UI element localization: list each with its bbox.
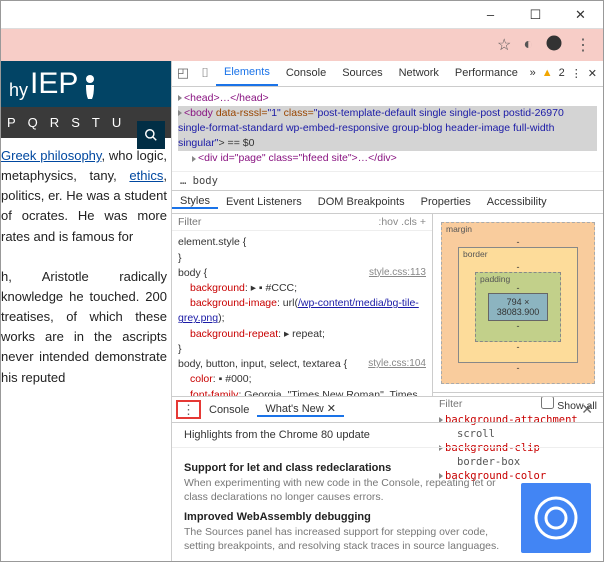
letter-link[interactable]: S [71,115,82,130]
dom-node[interactable]: <div id="page" class="hfeed site">…</div… [198,152,397,164]
page-content: hy IEP P Q R S T U Greek philosophy, who… [1,61,171,561]
more-tabs-icon[interactable]: » [530,67,536,79]
subtab-styles[interactable]: Styles [172,195,218,209]
logo-figure-icon [80,73,100,101]
inspect-icon[interactable]: ◰ [172,65,194,81]
styles-subtabs: Styles Event Listeners DOM Breakpoints P… [172,191,603,215]
drawer-tab-console[interactable]: Console [201,404,257,416]
dom-node[interactable]: <body [184,107,213,119]
chrome-logo-icon [521,483,591,553]
styles-filter-input[interactable] [178,216,228,228]
drawer-headline: Highlights from the Chrome 80 update [172,423,603,448]
letter-link[interactable]: R [50,115,61,130]
css-rules-list[interactable]: element.style { } style.css:113body { ba… [172,231,432,396]
subtab-dom-breakpoints[interactable]: DOM Breakpoints [310,196,413,208]
site-banner: hy IEP [1,61,171,107]
account-icon[interactable] [545,34,563,57]
letter-link[interactable]: P [7,115,18,130]
tab-sources[interactable]: Sources [334,61,390,86]
extension-icon[interactable]: ◐ [523,36,533,54]
devtools-tabbar: ◰ ⌷ Elements Console Sources Network Per… [172,61,603,87]
devtools-panel: ◰ ⌷ Elements Console Sources Network Per… [171,61,603,561]
search-icon [144,128,158,142]
subtab-properties[interactable]: Properties [413,196,479,208]
whatsnew-text: The Sources panel has increased support … [184,525,511,553]
whatsnew-heading: Support for let and class redeclarations [184,462,511,474]
letter-link[interactable]: U [112,115,123,130]
drawer-close-icon[interactable]: ✕ [581,401,599,418]
tab-performance[interactable]: Performance [447,61,526,86]
breadcrumb[interactable]: … body [172,172,603,191]
dom-tree[interactable]: <head>…</head> <body data-rsssl="1" clas… [172,87,603,172]
search-button[interactable] [137,121,165,149]
close-button[interactable]: ✕ [558,1,603,29]
whatsnew-heading: Improved WebAssembly debugging [184,511,511,523]
article-link[interactable]: Greek philosophy [1,148,101,163]
logo-prefix: hy [9,80,28,101]
whatsnew-text: When experimenting with new code in the … [184,476,511,504]
subtab-accessibility[interactable]: Accessibility [479,196,555,208]
drawer-panel: ⋮ Console What's New ✕ ✕ Highlights from… [172,396,603,561]
tab-elements[interactable]: Elements [216,61,278,86]
article-body: Greek philosophy, who logic, metaphysics… [1,138,171,396]
window-titlebar: – ☐ ✕ [1,1,603,29]
tab-console[interactable]: Console [278,61,334,86]
logo-text: IEP [30,67,78,101]
letter-link[interactable]: T [92,115,102,130]
minimize-button[interactable]: – [468,1,513,29]
warning-icon[interactable]: ▲ [542,67,553,79]
tab-network[interactable]: Network [391,61,447,86]
hov-cls-controls[interactable]: :hov .cls + [378,216,426,228]
maximize-button[interactable]: ☐ [513,1,558,29]
letter-link[interactable]: Q [28,115,40,130]
bookmark-star-icon[interactable]: ☆ [497,35,511,55]
article-text: h, Aristotle radically knowledge he touc… [1,267,167,388]
devtools-close-icon[interactable]: ✕ [588,67,597,80]
source-link[interactable]: style.css:104 [368,357,426,372]
dom-node[interactable]: <head>…</head> [184,92,269,104]
box-model[interactable]: margin- border- padding- 794 × 38083.900… [433,214,603,392]
browser-menu-icon[interactable]: ⋮ [575,35,591,55]
subtab-event-listeners[interactable]: Event Listeners [218,196,310,208]
drawer-menu-icon[interactable]: ⋮ [176,400,201,419]
devtools-menu-icon[interactable]: ⋮ [571,67,582,80]
warning-count: 2 [559,67,565,79]
drawer-tab-whatsnew[interactable]: What's New ✕ [257,402,344,417]
browser-toolbar: ☆ ◐ ⋮ [1,29,603,61]
box-content-size: 794 × 38083.900 [488,293,548,321]
device-toggle-icon[interactable]: ⌷ [194,65,216,81]
source-link[interactable]: style.css:113 [369,266,426,281]
article-link[interactable]: ethics [129,168,163,183]
